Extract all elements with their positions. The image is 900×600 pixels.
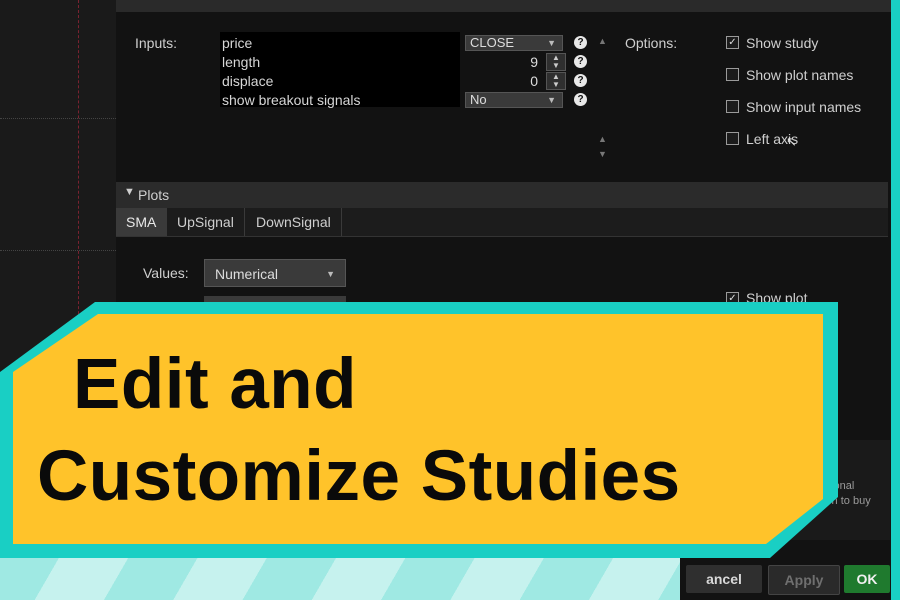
input-name-length: length xyxy=(222,54,261,70)
length-stepper[interactable]: ▲ ▼ xyxy=(546,53,566,71)
chart-gridline xyxy=(0,250,116,251)
values-select-value: Numerical xyxy=(215,266,279,282)
chevron-down-icon: ▼ xyxy=(547,95,556,105)
show-input-names-checkbox[interactable] xyxy=(726,100,739,113)
banner-title-line2: Customize Studies xyxy=(37,437,681,516)
values-label: Values: xyxy=(143,265,189,281)
chevron-down-icon: ▼ xyxy=(326,269,335,279)
scroll-down-icon[interactable]: ▼ xyxy=(598,149,607,159)
left-axis-checkbox[interactable] xyxy=(726,132,739,145)
help-icon[interactable]: ? xyxy=(574,74,587,87)
show-study-label: Show study xyxy=(746,35,819,51)
price-select[interactable]: CLOSE ▼ xyxy=(465,35,563,51)
scroll-up-icon[interactable]: ▲ xyxy=(598,134,607,144)
plot-tabs: SMA UpSignal DownSignal xyxy=(116,208,888,237)
scroll-up-icon[interactable]: ▲ xyxy=(598,36,607,46)
tab-sma[interactable]: SMA xyxy=(116,208,168,236)
input-name-breakout: show breakout signals xyxy=(222,92,361,108)
input-name-displace: displace xyxy=(222,73,274,89)
show-study-checkbox[interactable]: ✓ xyxy=(726,36,739,49)
price-value: CLOSE xyxy=(470,35,515,50)
input-name-price: price xyxy=(222,35,253,51)
chevron-down-icon: ▼ xyxy=(124,186,135,198)
show-input-names-label: Show input names xyxy=(746,99,862,115)
breakout-select[interactable]: No ▼ xyxy=(465,92,563,108)
ok-button[interactable]: OK xyxy=(844,565,890,593)
plots-header: Plots xyxy=(138,187,170,203)
dialog-title-bar xyxy=(116,0,891,12)
show-plot-names-label: Show plot names xyxy=(746,67,854,83)
values-select[interactable]: Numerical ▼ xyxy=(204,259,346,287)
inputs-label: Inputs: xyxy=(135,35,178,51)
tab-downsignal[interactable]: DownSignal xyxy=(246,208,342,236)
mouse-cursor-icon: ↖ xyxy=(786,134,797,149)
title-banner: Edit and Customize Studies xyxy=(13,314,823,544)
displace-stepper[interactable]: ▲ ▼ xyxy=(546,72,566,90)
breakout-value: No xyxy=(470,92,487,107)
chevron-down-icon: ▼ xyxy=(547,38,556,48)
help-icon[interactable]: ? xyxy=(574,36,587,49)
thumbnail: Inputs: price CLOSE ▼ ? length 9 ▲ ▼ ? di… xyxy=(0,0,900,600)
help-icon[interactable]: ? xyxy=(574,55,587,68)
tab-upsignal[interactable]: UpSignal xyxy=(167,208,245,236)
show-plot-names-checkbox[interactable] xyxy=(726,68,739,81)
displace-value[interactable]: 0 xyxy=(478,73,538,89)
apply-button[interactable]: Apply xyxy=(768,565,840,595)
cancel-button[interactable]: ancel xyxy=(686,565,762,593)
chart-gridline xyxy=(0,118,116,119)
help-icon[interactable]: ? xyxy=(574,93,587,106)
options-label: Options: xyxy=(625,35,678,51)
length-value[interactable]: 9 xyxy=(478,54,538,70)
banner-title-line1: Edit and xyxy=(73,345,358,424)
plots-section-header[interactable]: ▼ Plots xyxy=(116,182,888,208)
